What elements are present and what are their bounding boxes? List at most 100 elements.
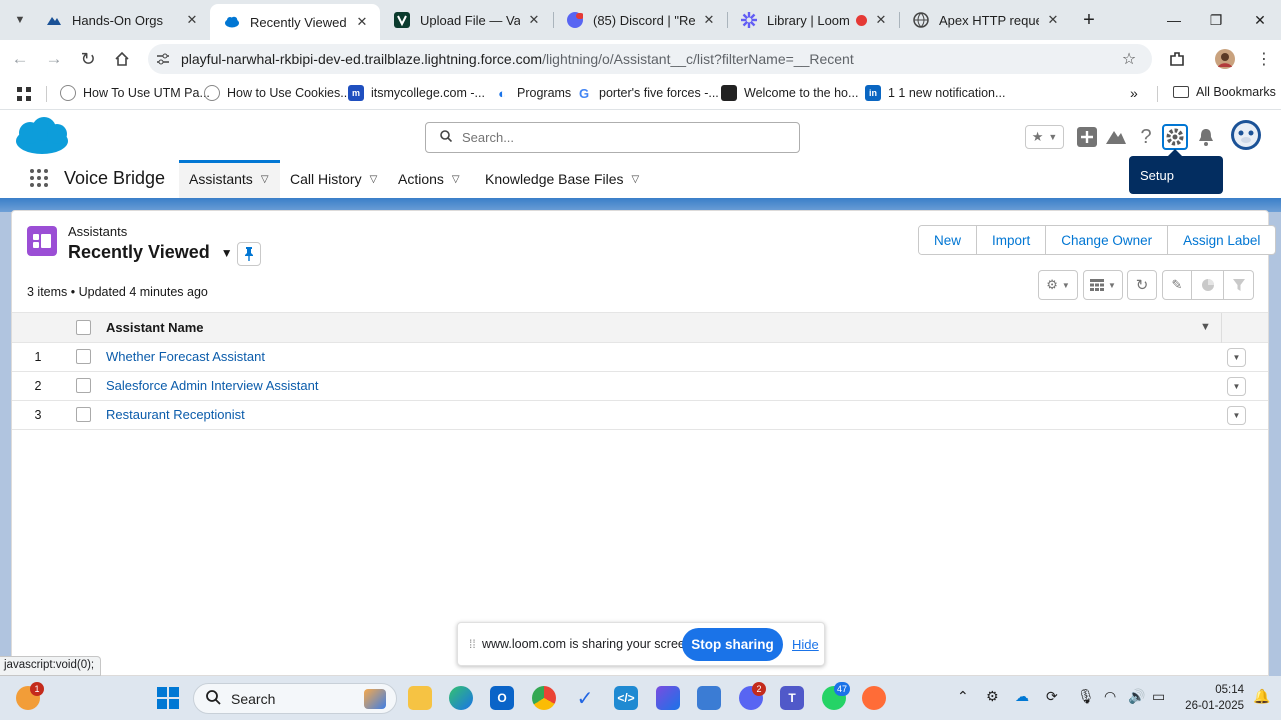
volume-icon[interactable]: 🔊 <box>1128 688 1145 705</box>
bookmark-porter[interactable]: Gporter's five forces -... <box>576 85 719 101</box>
tab-recently-viewed[interactable]: Recently Viewed | Ass ✕ <box>210 4 380 40</box>
row-checkbox[interactable] <box>76 378 91 393</box>
back-icon[interactable]: ← <box>8 47 32 71</box>
list-view-selector[interactable]: Recently Viewed ▼ <box>68 242 233 263</box>
bookmark-utm[interactable]: How To Use UTM Pa... <box>60 85 210 101</box>
bookmark-linkedin[interactable]: in 1 1 new notification... <box>865 85 1005 101</box>
user-avatar[interactable] <box>1230 119 1262 151</box>
bookmarks-overflow-icon[interactable]: » <box>1130 85 1138 101</box>
drag-handle-icon[interactable]: ⁞⁞ <box>469 637 476 651</box>
edge-icon[interactable] <box>449 686 473 710</box>
close-icon[interactable]: ✕ <box>526 12 542 28</box>
hide-banner-link[interactable]: Hide <box>792 637 819 652</box>
bookmark-cookies[interactable]: How to Use Cookies... <box>204 85 351 101</box>
chevron-down-icon[interactable]: ▼ <box>221 246 233 260</box>
file-explorer-icon[interactable] <box>408 686 432 710</box>
windows-start-icon[interactable] <box>156 686 180 710</box>
bookmark-welcome[interactable]: Welcome to the ho... <box>721 85 858 101</box>
tab-apex-http[interactable]: Apex HTTP request c ✕ <box>899 4 1071 36</box>
tray-overflow-icon[interactable]: ⌃ <box>957 688 969 705</box>
help-icon[interactable]: ? <box>1133 124 1159 150</box>
tab-hands-on-orgs[interactable]: Hands-On Orgs ✕ <box>32 4 210 36</box>
edit-list-button[interactable]: ✎ <box>1162 270 1192 300</box>
record-link[interactable]: Restaurant Receptionist <box>106 407 245 422</box>
import-button[interactable]: Import <box>976 226 1046 254</box>
nav-tab-knowledge-base-files[interactable]: Knowledge Base Files ▽ <box>475 160 649 198</box>
taskbar-search[interactable]: Search <box>193 683 397 714</box>
profile-avatar[interactable] <box>1213 47 1237 71</box>
sync-icon[interactable]: ⟳ <box>1046 688 1058 705</box>
filter-button[interactable] <box>1224 270 1254 300</box>
microphone-icon[interactable]: 🎙 <box>1077 688 1095 705</box>
change-owner-button[interactable]: Change Owner <box>1045 226 1168 254</box>
forward-icon[interactable]: → <box>42 47 66 71</box>
global-search-input[interactable]: Search... <box>425 122 800 153</box>
column-header-assistant-name[interactable]: Assistant Name <box>106 320 204 335</box>
chevron-down-icon[interactable]: ▽ <box>632 174 640 185</box>
chevron-down-icon[interactable]: ▽ <box>370 174 378 185</box>
stop-sharing-button[interactable]: Stop sharing <box>682 628 783 661</box>
chrome-icon[interactable] <box>532 686 556 710</box>
list-settings-button[interactable]: ⚙ ▼ <box>1038 270 1078 300</box>
onedrive-icon[interactable]: ☁ <box>1015 688 1029 705</box>
bookmark-itsmycollege[interactable]: m itsmycollege.com -... <box>348 85 485 101</box>
tab-discord[interactable]: (85) Discord | "Receiv ✕ <box>553 4 727 36</box>
window-close-icon[interactable]: ✕ <box>1248 8 1272 32</box>
favorites-button[interactable]: ★ ▼ <box>1025 125 1064 149</box>
tab-search-icon[interactable]: ▼ <box>8 8 32 32</box>
column-menu-chevron-icon[interactable]: ▼ <box>1200 321 1211 333</box>
assign-label-button[interactable]: Assign Label <box>1167 226 1276 254</box>
new-button[interactable]: New <box>919 226 977 254</box>
wifi-icon[interactable]: ◠ <box>1104 688 1116 705</box>
nav-tab-call-history[interactable]: Call History ▽ <box>280 160 387 198</box>
close-icon[interactable]: ✕ <box>873 12 889 28</box>
record-link[interactable]: Whether Forecast Assistant <box>106 349 265 364</box>
system-clock[interactable]: 05:14 26-01-2025 <box>1182 682 1244 714</box>
row-actions-chevron-icon[interactable]: ▼ <box>1227 406 1246 425</box>
new-tab-icon[interactable]: + <box>1077 8 1101 32</box>
restore-icon[interactable]: ❐ <box>1204 8 1228 32</box>
tray-app-icon[interactable]: ⚙ <box>986 688 999 705</box>
address-bar[interactable]: playful-narwhal-rkbipi-dev-ed.trailblaze… <box>148 44 1152 74</box>
row-actions-chevron-icon[interactable]: ▼ <box>1227 348 1246 367</box>
row-checkbox[interactable] <box>76 349 91 364</box>
bookmark-star-icon[interactable]: ☆ <box>1117 47 1141 71</box>
close-icon[interactable]: ✕ <box>354 14 370 30</box>
apps-grid-icon[interactable] <box>12 82 36 106</box>
reload-icon[interactable]: ↻ <box>76 47 100 71</box>
site-info-icon[interactable] <box>156 52 170 66</box>
refresh-button[interactable]: ↻ <box>1127 270 1157 300</box>
chat-icon[interactable] <box>697 686 721 710</box>
close-icon[interactable]: ✕ <box>184 12 200 28</box>
tab-library-loom[interactable]: Library | Loom ✕ <box>727 4 899 36</box>
battery-icon[interactable]: ▭ <box>1152 688 1165 705</box>
home-icon[interactable] <box>110 47 134 71</box>
teams-icon[interactable]: T <box>780 686 804 710</box>
pin-list-view-button[interactable] <box>237 242 261 266</box>
notification-center-icon[interactable]: 🔔 <box>1253 688 1270 705</box>
display-as-button[interactable]: ▼ <box>1083 270 1123 300</box>
trailhead-guidance-icon[interactable] <box>1103 124 1129 150</box>
record-link[interactable]: Salesforce Admin Interview Assistant <box>106 378 318 393</box>
outlook-icon[interactable]: O <box>490 686 514 710</box>
copilot-icon[interactable] <box>656 686 680 710</box>
all-bookmarks[interactable]: All Bookmarks <box>1173 85 1276 99</box>
charts-button[interactable] <box>1192 270 1224 300</box>
nav-tab-actions[interactable]: Actions ▽ <box>388 160 470 198</box>
close-icon[interactable]: ✕ <box>701 12 717 28</box>
bookmark-programs[interactable]: ◐ Programs <box>494 85 571 101</box>
row-checkbox[interactable] <box>76 407 91 422</box>
notifications-bell-icon[interactable] <box>1193 124 1219 150</box>
browser-menu-icon[interactable]: ⋮ <box>1252 47 1276 71</box>
postman-icon[interactable] <box>862 686 886 710</box>
row-actions-chevron-icon[interactable]: ▼ <box>1227 377 1246 396</box>
extensions-icon[interactable] <box>1165 47 1189 71</box>
global-create-icon[interactable] <box>1074 124 1100 150</box>
vscode-icon[interactable]: </> <box>614 686 638 710</box>
chevron-down-icon[interactable]: ▽ <box>261 174 269 185</box>
power-automate-icon[interactable]: ✓ <box>573 686 597 710</box>
minimize-icon[interactable]: — <box>1162 8 1186 32</box>
close-icon[interactable]: ✕ <box>1045 12 1061 28</box>
chevron-down-icon[interactable]: ▽ <box>452 174 460 185</box>
nav-tab-assistants[interactable]: Assistants ▽ <box>179 160 280 198</box>
